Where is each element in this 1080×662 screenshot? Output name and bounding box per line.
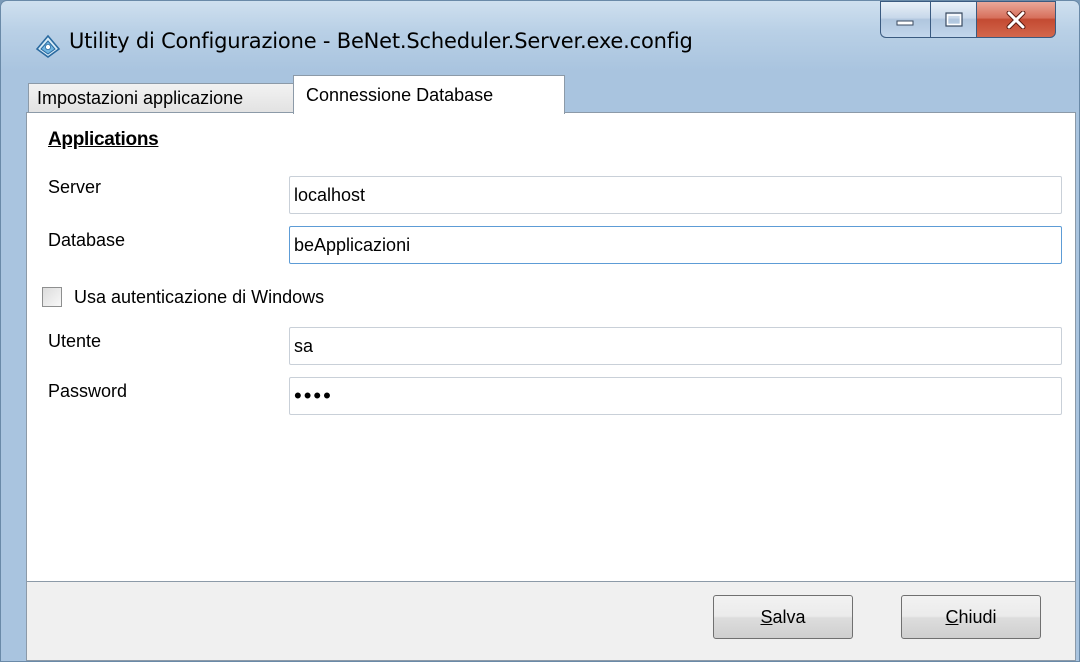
password-label: Password xyxy=(48,381,128,401)
app-window: Utility di Configurazione - BeNet.Schedu… xyxy=(0,0,1080,662)
close-icon xyxy=(1006,10,1026,29)
server-input[interactable] xyxy=(289,176,1062,214)
section-title: Applications xyxy=(48,129,159,150)
tab-impostazioni-applicazione[interactable]: Impostazioni applicazione xyxy=(28,83,294,113)
minimize-button[interactable] xyxy=(880,1,930,38)
caption-buttons xyxy=(880,1,1056,47)
database-input[interactable] xyxy=(289,226,1062,264)
title-bar[interactable]: Utility di Configurazione - BeNet.Schedu… xyxy=(1,1,1079,73)
close-button-label: hiudi xyxy=(958,606,997,627)
tab-connessione-database[interactable]: Connessione Database xyxy=(293,75,565,114)
save-button-accel: S xyxy=(760,606,773,627)
database-label: Database xyxy=(48,230,126,250)
maximize-button[interactable] xyxy=(930,1,976,38)
maximize-icon xyxy=(944,11,963,27)
tab-strip: Impostazioni applicazione Connessione Da… xyxy=(26,75,1076,114)
minimize-icon xyxy=(896,20,913,25)
windows-auth-label: Usa autenticazione di Windows xyxy=(74,286,325,307)
tab-panel-connessione-database: Applications Server Database Usa autenti… xyxy=(26,112,1076,582)
windows-auth-option[interactable]: Usa autenticazione di Windows xyxy=(42,285,324,309)
close-button[interactable]: Chiudi xyxy=(901,595,1041,639)
window-title: Utility di Configurazione - BeNet.Schedu… xyxy=(69,29,693,53)
diamond-app-icon xyxy=(35,34,61,58)
user-label: Utente xyxy=(48,331,102,351)
user-input[interactable] xyxy=(289,327,1062,365)
save-button-label: alva xyxy=(772,606,806,627)
password-input[interactable] xyxy=(289,377,1062,415)
save-button[interactable]: Salva xyxy=(713,595,853,639)
close-window-button[interactable] xyxy=(976,1,1056,38)
server-label: Server xyxy=(48,177,102,197)
close-button-accel: C xyxy=(945,606,959,627)
button-bar: Salva Chiudi xyxy=(26,582,1076,661)
windows-auth-checkbox[interactable] xyxy=(42,287,62,307)
